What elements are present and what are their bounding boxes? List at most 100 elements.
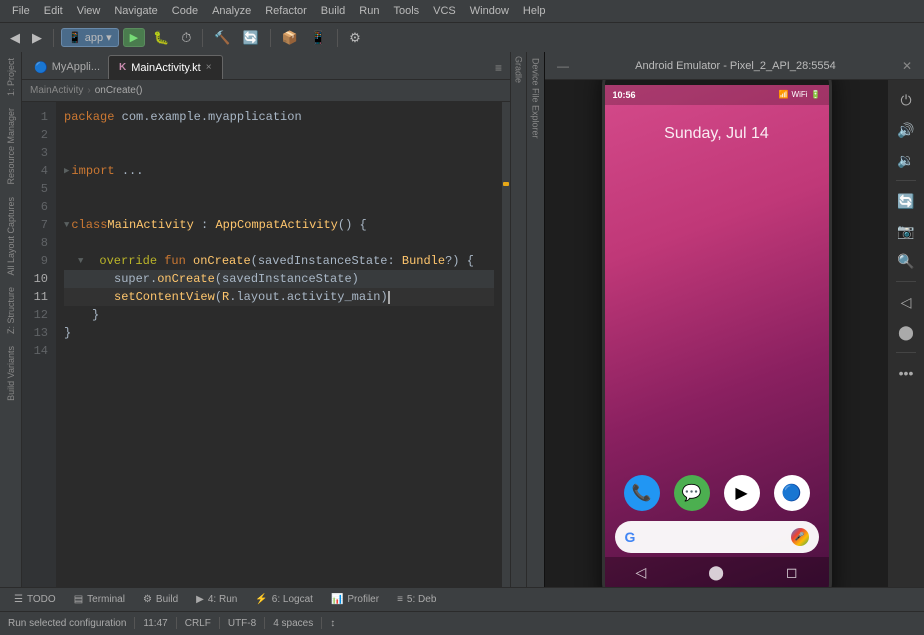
terminal-icon: ▤ [74,594,83,605]
menu-file[interactable]: File [6,3,36,19]
tab-profiler[interactable]: 📊 Profiler [323,588,387,610]
phone-screen[interactable]: 10:56 📶 WiFi 🔋 Sunday, Jul 14 [605,85,829,588]
sdk-manager-button[interactable]: 📦 [278,28,302,48]
code-editor[interactable]: 1 2 3 4 5 6 7 8 9 10 11 12 13 14 package… [22,102,510,587]
sync-button[interactable]: 🔄 [239,28,263,48]
status-charset[interactable]: UTF-8 [228,618,256,629]
tab-logcat[interactable]: ⚡ 6: Logcat [247,588,321,610]
debug-button[interactable]: 🐛 [149,28,173,48]
phone-home-button[interactable]: ⬤ [698,560,734,585]
emulator-minimize-button[interactable]: — [553,59,573,73]
back-button[interactable]: ◀ [6,28,24,48]
avd-manager-button[interactable]: 📱 [306,28,330,48]
sidebar-item-gradle[interactable]: Gradle [512,52,526,87]
sidebar-item-device-file-explorer[interactable]: Device File Explorer [529,52,543,145]
emulator-volume-down-button[interactable]: 🔉 [892,146,920,174]
phone-time: 10:56 [613,90,636,100]
editor-scrollbar[interactable] [502,102,510,587]
emulator-volume-up-button[interactable]: 🔊 [892,116,920,144]
tab-mainactivity[interactable]: K MainActivity.kt × [108,55,223,79]
build-tab-icon: ⚙ [143,594,152,605]
sidebar-item-build-variants[interactable]: Build Variants [4,340,18,407]
sidebar-item-project[interactable]: 1: Project [4,52,18,102]
menu-edit[interactable]: Edit [38,3,69,19]
tabs-bar: 🔵 MyAppli... K MainActivity.kt × ≡ [22,52,510,80]
settings-button[interactable]: ⚙ [345,28,365,48]
tab-todo[interactable]: ☰ TODO [6,588,64,610]
tab-mainactivity-label: MainActivity.kt [131,62,200,74]
run-config-status: Run selected configuration [8,618,126,629]
build-button[interactable]: 🔨 [210,28,234,48]
tab-terminal-label: Terminal [87,594,125,605]
menu-navigate[interactable]: Navigate [108,3,163,19]
phone-app-3[interactable]: ▶ [724,475,760,511]
forward-button[interactable]: ▶ [28,28,46,48]
phone-recents-button[interactable]: ◻ [776,560,808,585]
sidebar-item-layout-captures[interactable]: All Layout Captures [4,191,18,282]
emulator-rotate-button[interactable]: 🔄 [892,187,920,215]
tab-build-label: Build [156,594,178,605]
bottom-area: ☰ TODO ▤ Terminal ⚙ Build ▶ 4: Run ⚡ 6: … [0,587,924,635]
status-lf[interactable]: ↕ [330,618,335,629]
status-separator-2 [176,617,177,629]
menu-build[interactable]: Build [315,3,351,19]
phone-app-1[interactable]: 📞 [624,475,660,511]
fold-icon-import[interactable]: ▶ [64,162,69,180]
tab-close-button[interactable]: × [206,62,212,73]
emulator-separator-3 [896,352,916,353]
menu-window[interactable]: Window [464,3,515,19]
status-indent[interactable]: 4 spaces [273,618,313,629]
menu-refactor[interactable]: Refactor [259,3,313,19]
battery-icon: 🔋 [811,90,821,99]
breadcrumb-method[interactable]: onCreate() [95,85,143,96]
code-line-10: super.onCreate(savedInstanceState) [64,270,494,288]
menu-help[interactable]: Help [517,3,552,19]
menu-run[interactable]: Run [353,3,385,19]
menu-view[interactable]: View [71,3,107,19]
sidebar-item-resource-manager[interactable]: Resource Manager [4,102,18,191]
phone-search-bar[interactable]: G 🎤 [615,521,819,553]
tab-logcat-label: 6: Logcat [272,594,313,605]
project-icon: 🔵 [34,61,48,74]
phone-app-4[interactable]: 🔵 [774,475,810,511]
menu-tools[interactable]: Tools [387,3,425,19]
app-selector[interactable]: 📱 app ▾ [61,28,119,47]
emulator-more-button[interactable]: ••• [892,359,920,387]
sidebar-item-structure[interactable]: Z: Structure [4,281,18,340]
emulator-home-button[interactable]: ⬤ [892,318,920,346]
left-side-panel: 1: Project Resource Manager All Layout C… [0,52,22,587]
tab-terminal[interactable]: ▤ Terminal [66,588,133,610]
phone-wrapper: 10:56 📶 WiFi 🔋 Sunday, Jul 14 [545,80,888,587]
tab-debug[interactable]: ≡ 5: Deb [389,588,444,610]
menu-code[interactable]: Code [166,3,204,19]
breadcrumb-class[interactable]: MainActivity [30,85,83,96]
tab-myapplication[interactable]: 🔵 MyAppli... [26,55,108,79]
code-content[interactable]: package com.example.myapplication ▶ impo… [56,102,502,587]
status-separator-4 [264,617,265,629]
emulator-power-button[interactable]: ⏻ [892,86,920,114]
emulator-separator-2 [896,281,916,282]
code-line-11: setContentView(R.layout.activity_main) [64,288,494,306]
tab-build[interactable]: ⚙ Build [135,588,186,610]
google-mic-button[interactable]: 🎤 [791,528,809,546]
profile-button[interactable]: ⏱ [177,28,195,48]
tabs-settings-button[interactable]: ≡ [491,59,506,77]
phone-back-button[interactable]: ◁ [625,560,656,585]
emulator-title: Android Emulator - Pixel_2_API_28:5554 [573,60,898,72]
menu-vcs[interactable]: VCS [427,3,462,19]
code-line-13: } [64,324,494,342]
status-line-ending[interactable]: CRLF [185,618,211,629]
emulator-title-bar: — Android Emulator - Pixel_2_API_28:5554… [545,52,924,80]
fold-icon-method[interactable]: ▼ [78,252,83,270]
tab-run[interactable]: ▶ 4: Run [188,588,245,610]
menu-analyze[interactable]: Analyze [206,3,257,19]
phone-app-2[interactable]: 💬 [674,475,710,511]
run-button[interactable]: ▶ [123,28,145,47]
emulator-close-button[interactable]: ✕ [898,59,916,73]
emulator-screenshot-button[interactable]: 📷 [892,217,920,245]
phone-icon-2: 💬 [682,483,702,503]
emulator-back-button[interactable]: ◁ [892,288,920,316]
fold-icon-class[interactable]: ▼ [64,216,69,234]
emulator-zoom-button[interactable]: 🔍 [892,247,920,275]
phone-status-icons: 📶 WiFi 🔋 [779,90,821,99]
